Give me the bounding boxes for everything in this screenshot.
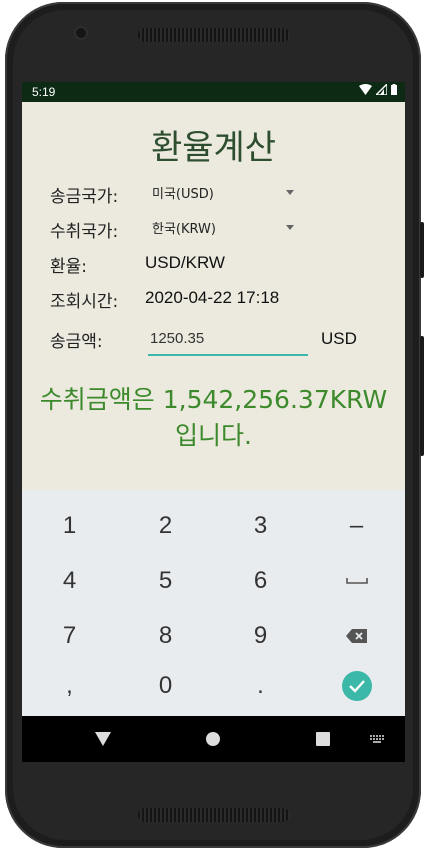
- status-icons: [359, 84, 397, 95]
- receiving-country-dropdown[interactable]: 한국(KRW): [140, 213, 300, 239]
- key-1[interactable]: 1: [22, 498, 117, 553]
- amount-label: 송금액:: [50, 332, 103, 352]
- back-button[interactable]: [94, 730, 112, 748]
- power-button[interactable]: [420, 222, 424, 278]
- backspace-icon: [345, 628, 367, 643]
- front-camera: [76, 28, 86, 38]
- checkmark-icon: [341, 670, 372, 701]
- screen: 5:19 환율계산 송금국가: 미국(USD) 수취국가: 한국(KRW) 환율…: [22, 82, 405, 762]
- wifi-icon: [359, 84, 372, 95]
- battery-icon: [391, 84, 397, 95]
- receiving-country-label: 수취국가:: [50, 222, 119, 242]
- status-time: 5:19: [32, 85, 56, 99]
- key-4[interactable]: 4: [22, 553, 117, 608]
- earpiece-speaker: [138, 28, 290, 42]
- chevron-down-icon: [286, 190, 294, 195]
- key-7[interactable]: 7: [22, 608, 117, 663]
- key-9[interactable]: 9: [213, 608, 308, 663]
- navigation-bar: [22, 716, 405, 762]
- recents-button[interactable]: [314, 730, 332, 748]
- key-8[interactable]: 8: [118, 608, 213, 663]
- key-comma[interactable]: ,: [22, 658, 117, 713]
- key-backspace[interactable]: [309, 608, 404, 663]
- home-circle-icon: [206, 732, 220, 746]
- keyboard-icon: [370, 735, 384, 743]
- numeric-keyboard: 1 2 3 – 4 5 6 7 8 9 , 0 .: [22, 490, 405, 716]
- key-3[interactable]: 3: [213, 498, 308, 553]
- key-period[interactable]: .: [213, 658, 308, 713]
- cell-signal-icon: [376, 84, 387, 95]
- key-done[interactable]: [309, 658, 404, 713]
- volume-button[interactable]: [420, 336, 424, 456]
- time-label: 조회시간:: [50, 292, 119, 312]
- result-line-1: 수취금액은 1,542,256.37KRW: [39, 385, 388, 414]
- sending-country-dropdown[interactable]: 미국(USD): [140, 178, 300, 204]
- key-2[interactable]: 2: [118, 498, 213, 553]
- page-title: 환율계산: [150, 128, 277, 168]
- back-triangle-icon: [95, 732, 111, 746]
- bottom-speaker: [138, 808, 290, 822]
- sending-country-label: 송금국가:: [50, 187, 119, 207]
- time-value: 2020-04-22 17:18: [145, 288, 280, 307]
- key-minus[interactable]: –: [309, 498, 404, 553]
- amount-input[interactable]: 1250.35: [148, 328, 308, 356]
- receiving-country-value: 한국(KRW): [152, 222, 216, 237]
- chevron-down-icon: [286, 225, 294, 230]
- result-text: 수취금액은 1,542,256.37KRW 입니다.: [22, 382, 405, 454]
- sending-country-value: 미국(USD): [152, 187, 214, 202]
- key-0[interactable]: 0: [118, 658, 213, 713]
- key-5[interactable]: 5: [118, 553, 213, 608]
- rate-label: 환율:: [50, 257, 88, 277]
- key-space[interactable]: [309, 553, 404, 608]
- result-line-2: 입니다.: [175, 421, 252, 450]
- keyboard-switch-button[interactable]: [368, 730, 386, 748]
- recents-square-icon: [316, 732, 330, 746]
- rate-value: USD/KRW: [145, 253, 225, 272]
- key-6[interactable]: 6: [213, 553, 308, 608]
- amount-input-value: 1250.35: [150, 330, 205, 347]
- home-button[interactable]: [204, 730, 222, 748]
- status-bar: 5:19: [22, 82, 405, 102]
- space-icon: [345, 577, 368, 584]
- amount-unit: USD: [321, 329, 357, 348]
